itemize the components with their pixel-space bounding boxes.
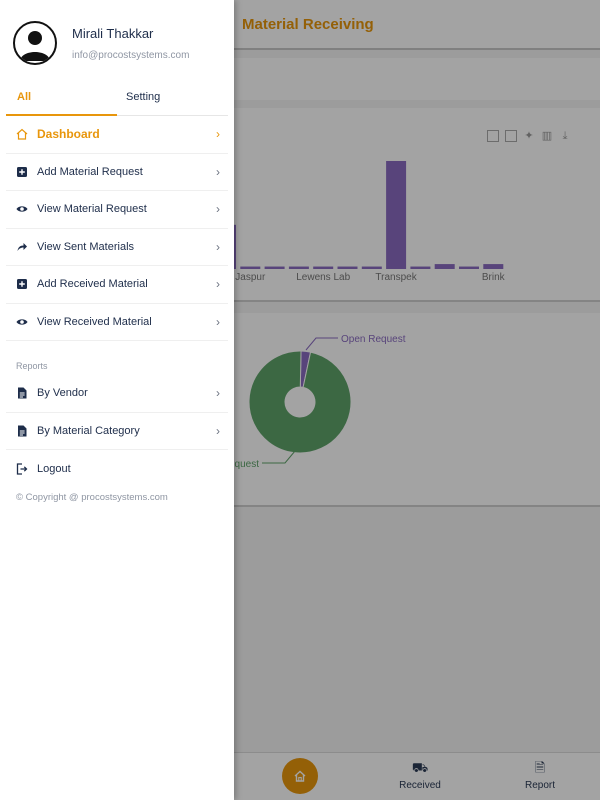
plus-box-icon bbox=[17, 279, 27, 290]
menu-label-view-material-request: View Material Request bbox=[37, 203, 147, 216]
menu-label-add-received-material: Add Received Material bbox=[37, 278, 148, 291]
menu-label-by-vendor: By Vendor bbox=[37, 387, 88, 400]
menu-label-by-material-category: By Material Category bbox=[37, 424, 140, 437]
plus-box-icon bbox=[17, 166, 27, 177]
menu-item-view-received-material[interactable]: View Received Material › bbox=[6, 304, 228, 341]
menu-label-view-sent-materials: View Sent Materials bbox=[37, 240, 135, 253]
tab-setting[interactable]: Setting bbox=[126, 91, 160, 103]
chevron-right-icon: › bbox=[216, 202, 220, 217]
menu-item-view-material-request[interactable]: View Material Request › bbox=[6, 191, 228, 229]
menu-label-view-received-material: View Received Material bbox=[37, 315, 152, 328]
menu-item-logout[interactable]: Logout bbox=[6, 450, 228, 488]
chevron-right-icon: › bbox=[216, 423, 220, 438]
avatar bbox=[13, 21, 57, 65]
document-icon bbox=[18, 425, 27, 437]
drawer-menu: Dashboard › Add Material Request › View … bbox=[6, 116, 228, 341]
eye-icon bbox=[16, 319, 28, 325]
tab-all[interactable]: All bbox=[17, 91, 31, 103]
chevron-right-icon: › bbox=[216, 314, 220, 329]
drawer-tabs: All Setting bbox=[6, 84, 228, 116]
user-avatar-icon bbox=[20, 31, 50, 61]
eye-icon bbox=[16, 206, 28, 212]
document-icon bbox=[18, 387, 27, 399]
user-name: Mirali Thakkar bbox=[72, 26, 154, 41]
chevron-right-icon: › bbox=[216, 277, 220, 292]
user-email: info@procostsystems.com bbox=[72, 50, 190, 61]
menu-item-add-received-material[interactable]: Add Received Material › bbox=[6, 266, 228, 304]
menu-item-by-material-category[interactable]: By Material Category › bbox=[6, 413, 228, 450]
share-arrow-icon bbox=[17, 242, 27, 251]
chevron-right-icon: › bbox=[216, 164, 220, 179]
home-icon bbox=[16, 128, 28, 140]
copyright-text: © Copyright @ procostsystems.com bbox=[16, 492, 168, 503]
chevron-right-icon: › bbox=[216, 239, 220, 254]
menu-item-add-material-request[interactable]: Add Material Request › bbox=[6, 154, 228, 191]
menu-label-add-material-request: Add Material Request bbox=[37, 165, 143, 178]
menu-item-by-vendor[interactable]: By Vendor › bbox=[6, 375, 228, 413]
menu-item-dashboard[interactable]: Dashboard › bbox=[6, 116, 228, 154]
menu-label-logout: Logout bbox=[37, 462, 71, 475]
reports-section-label: Reports bbox=[16, 361, 48, 371]
menu-item-view-sent-materials[interactable]: View Sent Materials › bbox=[6, 229, 228, 266]
chevron-right-icon: › bbox=[216, 127, 220, 142]
menu-label-dashboard: Dashboard bbox=[37, 127, 100, 142]
reports-menu: By Vendor › By Material Category › Logou… bbox=[6, 375, 228, 488]
logout-icon bbox=[16, 463, 28, 475]
navigation-drawer: Mirali Thakkar info@procostsystems.com A… bbox=[0, 0, 234, 800]
chevron-right-icon: › bbox=[216, 386, 220, 401]
